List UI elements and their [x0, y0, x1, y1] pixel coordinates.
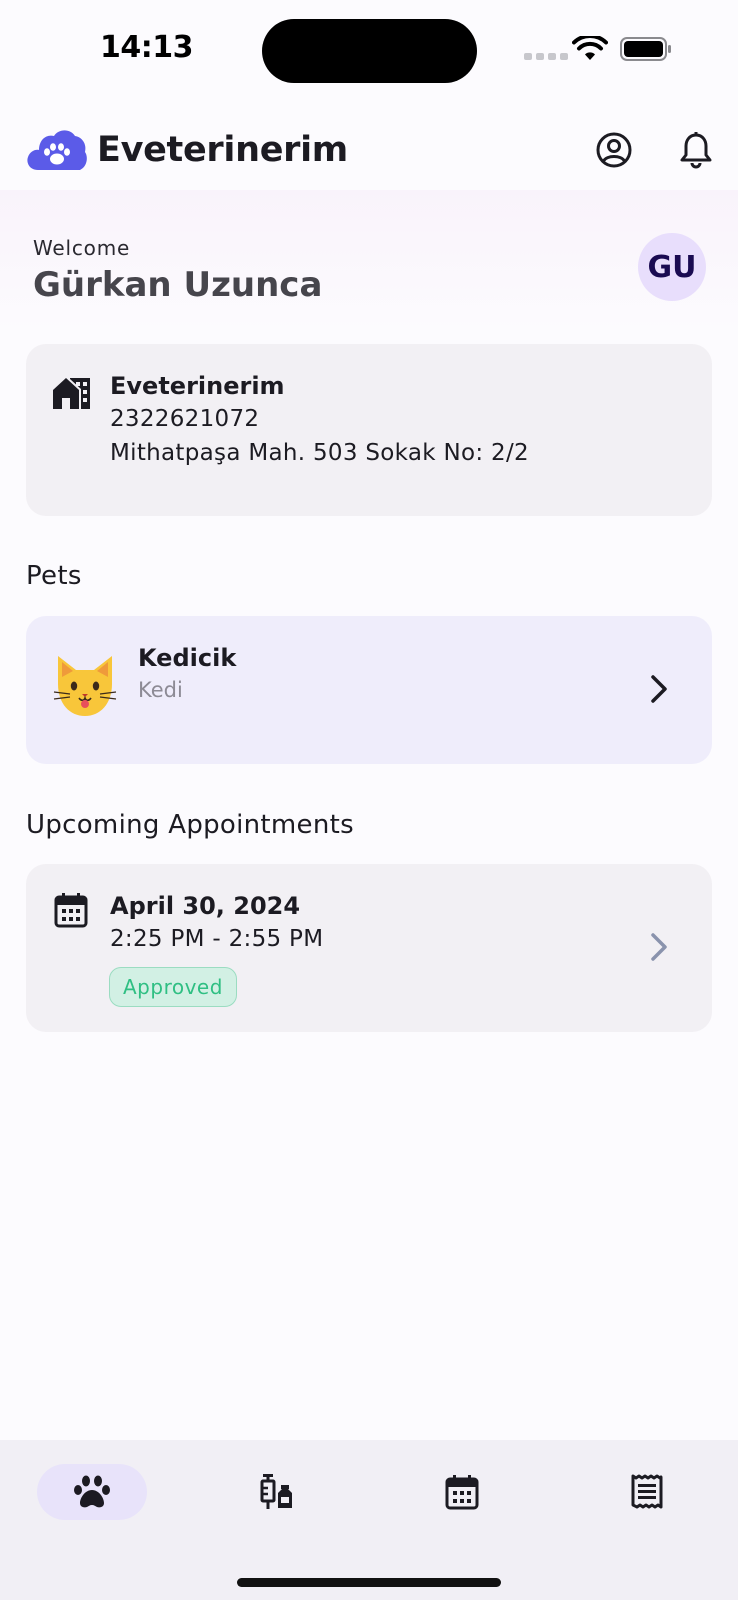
status-time: 14:13 [100, 30, 194, 65]
cloud-paw-icon [27, 130, 87, 170]
clinic-card: Eveterinerim 2322621072 Mithatpaşa Mah. … [26, 344, 712, 516]
paw-icon [74, 1475, 110, 1508]
appointment-time: 2:25 PM - 2:55 PM [110, 926, 324, 952]
clinic-address: Mithatpaşa Mah. 503 Sokak No: 2/2 [110, 440, 529, 466]
profile-button[interactable] [592, 128, 636, 172]
status-badge: Approved [109, 967, 237, 1007]
nav-item-pets[interactable] [37, 1464, 147, 1520]
home-indicator[interactable] [237, 1578, 501, 1587]
battery-icon [620, 37, 671, 61]
pet-card[interactable]: Kedicik Kedi [26, 616, 712, 764]
receipt-icon [631, 1474, 663, 1509]
pets-section-title: Pets [26, 561, 82, 591]
vaccine-icon [260, 1474, 292, 1509]
clinic-phone: 2322621072 [110, 406, 260, 432]
app-bar: Eveterinerim [0, 120, 738, 182]
avatar[interactable]: GU [638, 233, 706, 301]
appointment-card[interactable]: April 30, 2024 2:25 PM - 2:55 PM Approve… [26, 864, 712, 1032]
app-title: Eveterinerim [97, 130, 348, 170]
bell-icon [680, 132, 712, 169]
chevron-right-icon [651, 933, 667, 961]
welcome-label: Welcome [33, 236, 131, 260]
clinic-name: Eveterinerim [110, 372, 285, 400]
wifi-icon [572, 36, 608, 60]
calendar-icon [445, 1475, 479, 1510]
pet-name: Kedicik [138, 644, 237, 672]
dynamic-island [262, 19, 477, 83]
cat-face-icon [53, 656, 117, 716]
nav-item-vaccines[interactable] [222, 1464, 332, 1520]
chevron-right-icon [651, 675, 667, 703]
nav-item-appointments[interactable] [407, 1464, 517, 1520]
user-name: Gürkan Uzunca [33, 265, 323, 305]
account-circle-icon [596, 132, 632, 168]
bottom-navigation [0, 1440, 738, 1600]
clinic-building-icon [53, 378, 90, 409]
status-bar: 14:13 [0, 0, 738, 100]
appointment-date: April 30, 2024 [110, 892, 301, 920]
notifications-button[interactable] [674, 128, 718, 172]
cellular-signal-icon [524, 53, 568, 60]
pet-type: Kedi [138, 678, 183, 702]
nav-item-records[interactable] [592, 1464, 702, 1520]
welcome-header-background [0, 190, 738, 330]
appointments-section-title: Upcoming Appointments [26, 810, 354, 840]
calendar-icon [54, 893, 88, 928]
